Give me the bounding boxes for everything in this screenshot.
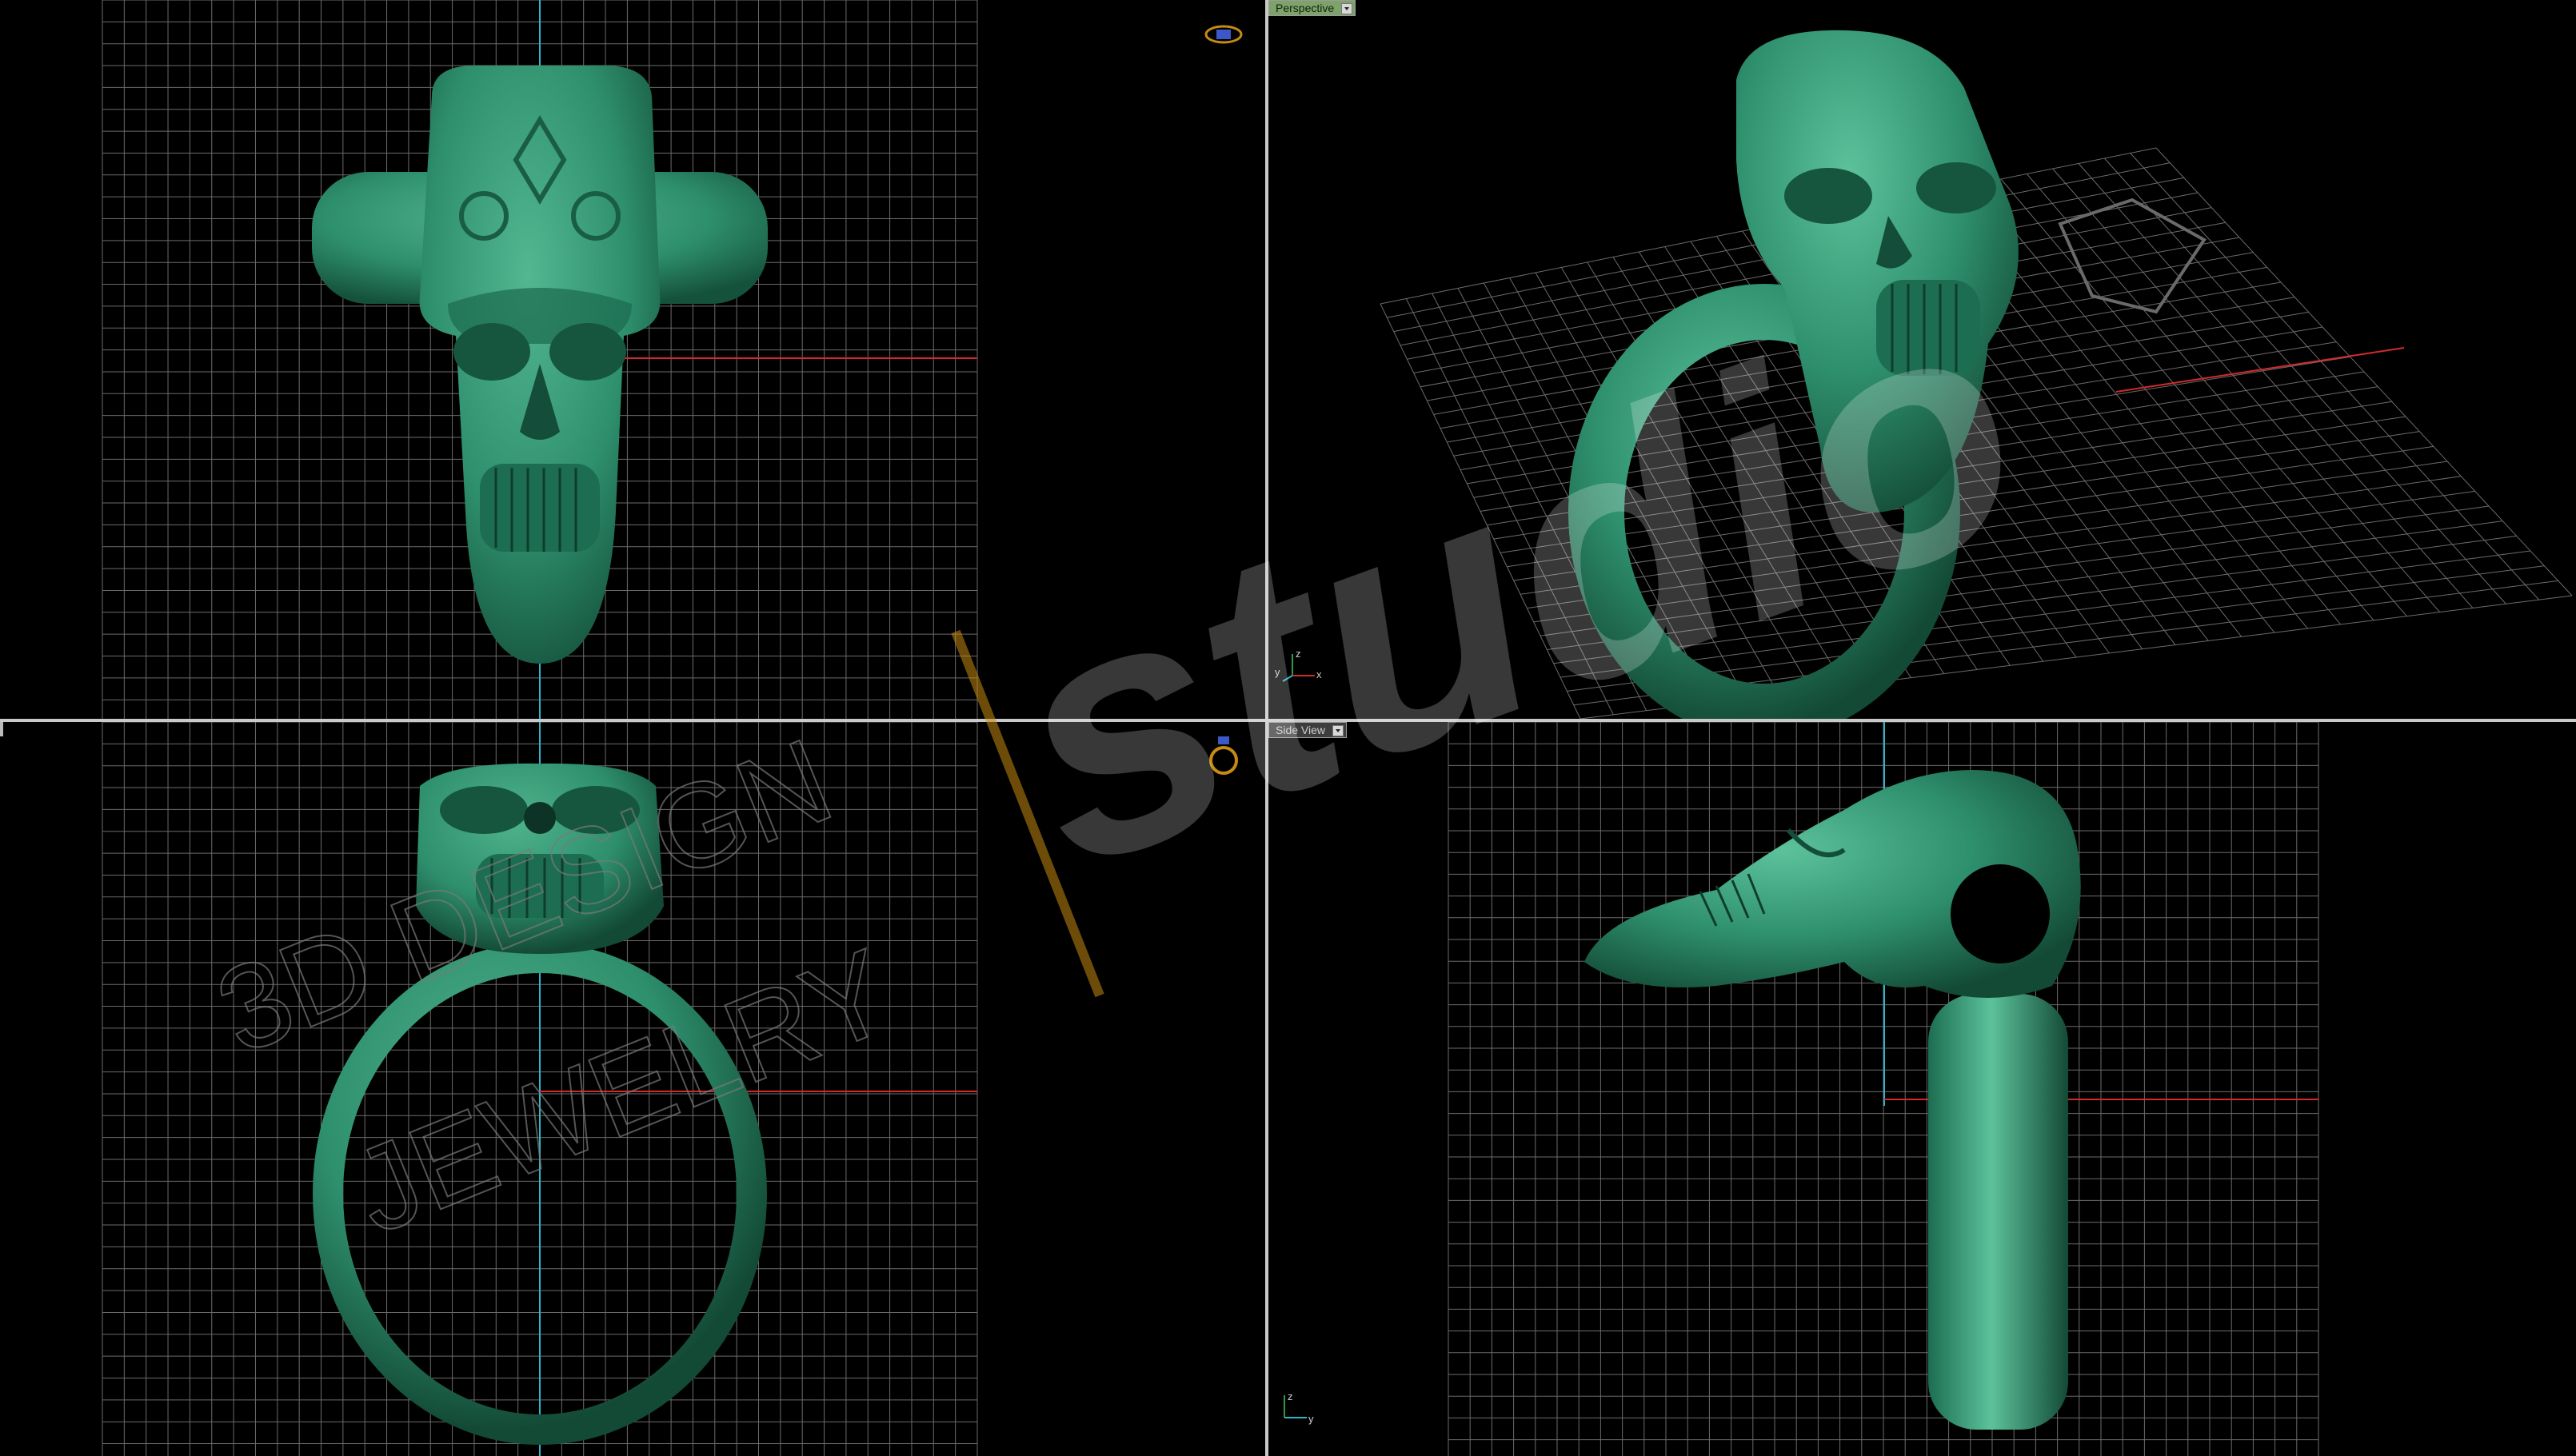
svg-text:z: z [1296,648,1301,660]
viewport-splitter-vertical[interactable] [1265,0,1268,1456]
svg-text:x: x [1316,668,1322,680]
svg-text:y: y [1308,1413,1314,1425]
viewport-perspective[interactable]: Perspective z y x [1268,0,2576,719]
grid-line [2078,163,2474,608]
front-view-canvas [102,722,978,1456]
viewport-side[interactable]: Side View z y [1268,722,2576,1456]
axis-tripod-side: z y [1284,1390,1314,1425]
grid-line [2000,178,2374,621]
viewport-top[interactable] [0,0,1265,719]
perspective-canvas: z y x [1275,30,2573,719]
skull-ring-top-model[interactable] [312,65,768,664]
top-view-canvas [102,0,978,719]
viewport-front[interactable] [0,722,1265,1456]
svg-text:y: y [1275,666,1280,678]
grid-line [2155,147,2573,596]
grid-line [1527,476,2462,609]
axis-tripod-perspective: z y x [1275,648,1322,682]
grid-line [2103,158,2506,604]
svg-text:z: z [1288,1390,1293,1402]
ghost-jewel-outline [2058,197,2207,314]
viewport-splitter-horizontal[interactable] [0,719,2576,722]
grid-line [1975,184,2342,625]
grid-line [1560,550,2531,678]
side-view-canvas: z y [1284,722,2319,1456]
